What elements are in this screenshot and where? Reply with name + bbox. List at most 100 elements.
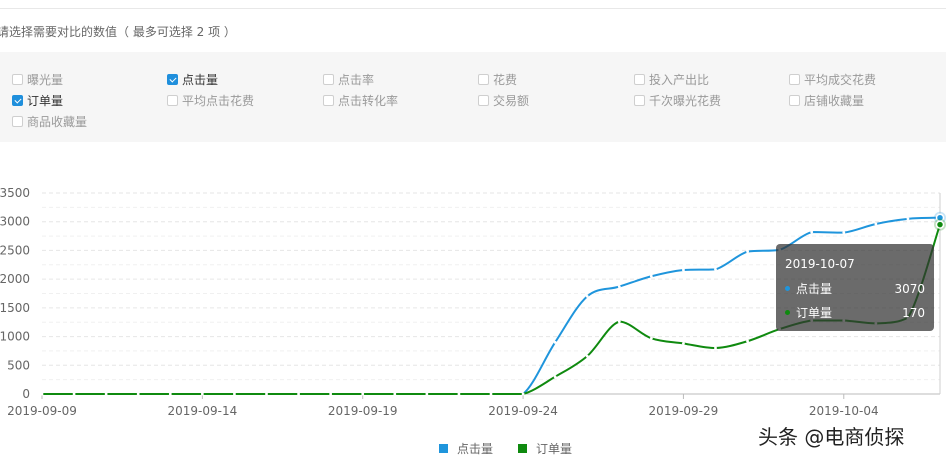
data-point	[553, 375, 557, 379]
checkbox-box[interactable]	[167, 74, 178, 85]
y-tick-label: 500	[7, 358, 30, 372]
data-point	[425, 392, 429, 396]
checkbox-box[interactable]	[12, 74, 23, 85]
data-point	[521, 392, 525, 396]
selection-hint: 请选择需要对比的数值（ 最多可选择 2 项 ）	[0, 25, 236, 39]
data-point	[649, 336, 653, 340]
data-point	[40, 392, 44, 396]
metric-label: 花费	[493, 73, 518, 87]
legend-swatch	[439, 444, 448, 453]
checkbox-box[interactable]	[789, 74, 800, 85]
checkbox-box[interactable]	[323, 95, 334, 106]
metric-checkbox-avg-deal-cost[interactable]: 平均成交花费	[789, 71, 876, 88]
data-point	[617, 285, 621, 289]
checkbox-box[interactable]	[634, 74, 645, 85]
data-point	[714, 267, 717, 271]
metric-label: 商品收藏量	[27, 115, 88, 129]
x-tick-label: 2019-09-24	[488, 404, 558, 418]
data-point	[714, 346, 717, 350]
data-point	[746, 250, 749, 253]
metric-checkbox-cpm[interactable]: 千次曝光花费	[634, 92, 721, 109]
data-point	[329, 392, 333, 396]
x-tick-label: 2019-10-04	[809, 404, 879, 418]
tooltip-series-name: 点击量	[796, 282, 833, 296]
metric-checkbox-cost[interactable]: 花费	[478, 71, 517, 88]
data-point	[553, 340, 557, 344]
tooltip-value: 170	[902, 305, 925, 320]
checkbox-box[interactable]	[12, 95, 23, 106]
data-point	[72, 392, 76, 396]
metric-checkbox-shop-fav[interactable]: 店铺收藏量	[789, 92, 864, 109]
data-point	[233, 392, 236, 396]
legend-label: 点击量	[457, 442, 494, 456]
metric-checkbox-clicks[interactable]: 点击量	[167, 71, 218, 88]
metric-checkbox-avg-click-cost[interactable]: 平均点击花费	[167, 92, 254, 109]
legend-swatch	[518, 444, 527, 453]
data-point	[457, 392, 461, 396]
checkbox-box[interactable]	[478, 95, 489, 106]
y-tick-label: 0	[22, 387, 30, 401]
data-point	[585, 294, 589, 298]
tooltip-row-orders: 订单量 170	[785, 304, 925, 321]
tooltip-dot	[785, 286, 790, 291]
metric-label: 点击量	[182, 73, 219, 87]
metric-checkbox-ctr[interactable]: 点击率	[323, 71, 374, 88]
metric-label: 平均点击花费	[182, 94, 255, 108]
data-point	[874, 222, 878, 226]
y-tick-label: 3500	[0, 186, 30, 200]
legend-label: 订单量	[536, 442, 573, 456]
y-tick-label: 2000	[0, 272, 30, 286]
checkbox-box[interactable]	[167, 95, 178, 106]
metric-label: 点击转化率	[338, 94, 399, 108]
data-point	[489, 392, 493, 396]
metric-label: 点击率	[338, 73, 375, 87]
legend-item-orders[interactable]: 订单量	[518, 440, 572, 457]
data-point	[265, 392, 268, 396]
tooltip-series-name: 订单量	[796, 306, 833, 320]
metric-label: 订单量	[27, 94, 64, 108]
data-point	[136, 392, 140, 396]
chart-tooltip: 2019-10-07 点击量 3070 订单量 170	[776, 244, 934, 331]
metric-checkbox-conversion[interactable]: 点击转化率	[323, 92, 398, 109]
data-point	[297, 392, 300, 396]
metric-checkbox-roi[interactable]: 投入产出比	[634, 71, 709, 88]
metric-label: 平均成交花费	[804, 73, 877, 87]
metric-label: 投入产出比	[649, 73, 710, 87]
metric-label: 店铺收藏量	[804, 94, 865, 108]
metric-checkbox-exposure[interactable]: 曝光量	[12, 71, 63, 88]
data-point	[842, 231, 846, 235]
data-point	[361, 392, 365, 396]
data-point	[682, 342, 685, 345]
checkbox-box[interactable]	[634, 95, 645, 106]
data-point	[585, 354, 589, 358]
tooltip-value: 3070	[894, 281, 925, 296]
data-point	[682, 268, 685, 272]
y-tick-label: 3000	[0, 215, 30, 229]
data-point	[617, 320, 621, 324]
data-point	[746, 339, 749, 343]
x-tick-label: 2019-09-29	[649, 404, 719, 418]
data-point	[649, 274, 653, 278]
metric-selector-panel: 曝光量 点击量 点击率 花费 投入产出比 平均成交花费 订单量 平均点击花费 点…	[0, 52, 946, 142]
legend-item-clicks[interactable]: 点击量	[439, 440, 493, 457]
watermark-text: 头条 @电商侦探	[758, 425, 905, 449]
tooltip-row-clicks: 点击量 3070	[785, 280, 925, 297]
y-tick-label: 1500	[0, 301, 30, 315]
checkbox-box[interactable]	[789, 95, 800, 106]
data-point	[168, 392, 172, 396]
data-point	[104, 392, 108, 396]
checkbox-box[interactable]	[478, 74, 489, 85]
checkbox-box[interactable]	[323, 74, 334, 85]
top-divider	[0, 8, 946, 9]
metric-label: 千次曝光花费	[649, 94, 722, 108]
metric-checkbox-orders[interactable]: 订单量	[12, 92, 63, 109]
metric-checkbox-item-fav[interactable]: 商品收藏量	[12, 113, 87, 130]
checkbox-box[interactable]	[12, 116, 23, 127]
metric-label: 曝光量	[27, 73, 64, 87]
y-tick-label: 1000	[0, 330, 30, 344]
metric-label: 交易额	[493, 94, 530, 108]
x-tick-label: 2019-09-14	[167, 404, 237, 418]
x-tick-label: 2019-09-19	[328, 404, 398, 418]
metric-checkbox-gmv[interactable]: 交易额	[478, 92, 529, 109]
data-point	[906, 217, 910, 221]
